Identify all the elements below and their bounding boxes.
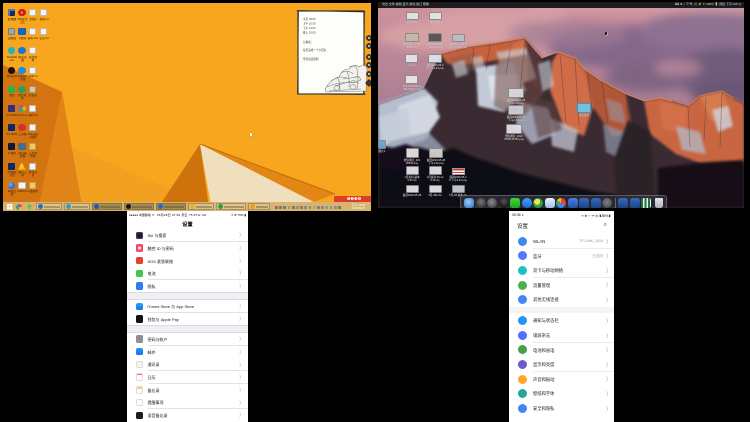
- svg-text:下午 14:00: 下午 14:00: [303, 26, 316, 30]
- svg-text:坚持就是胜利: 坚持就是胜利: [303, 57, 319, 61]
- svg-text:上午 10:30: 上午 10:30: [303, 22, 316, 26]
- svg-text:每天完成一个小目标: 每天完成一个小目标: [303, 48, 327, 52]
- svg-text:记事项：: 记事项：: [303, 40, 313, 44]
- svg-text:今天 09:00: 今天 09:00: [303, 17, 316, 21]
- svg-text:晚上 20:00: 晚上 20:00: [303, 31, 316, 35]
